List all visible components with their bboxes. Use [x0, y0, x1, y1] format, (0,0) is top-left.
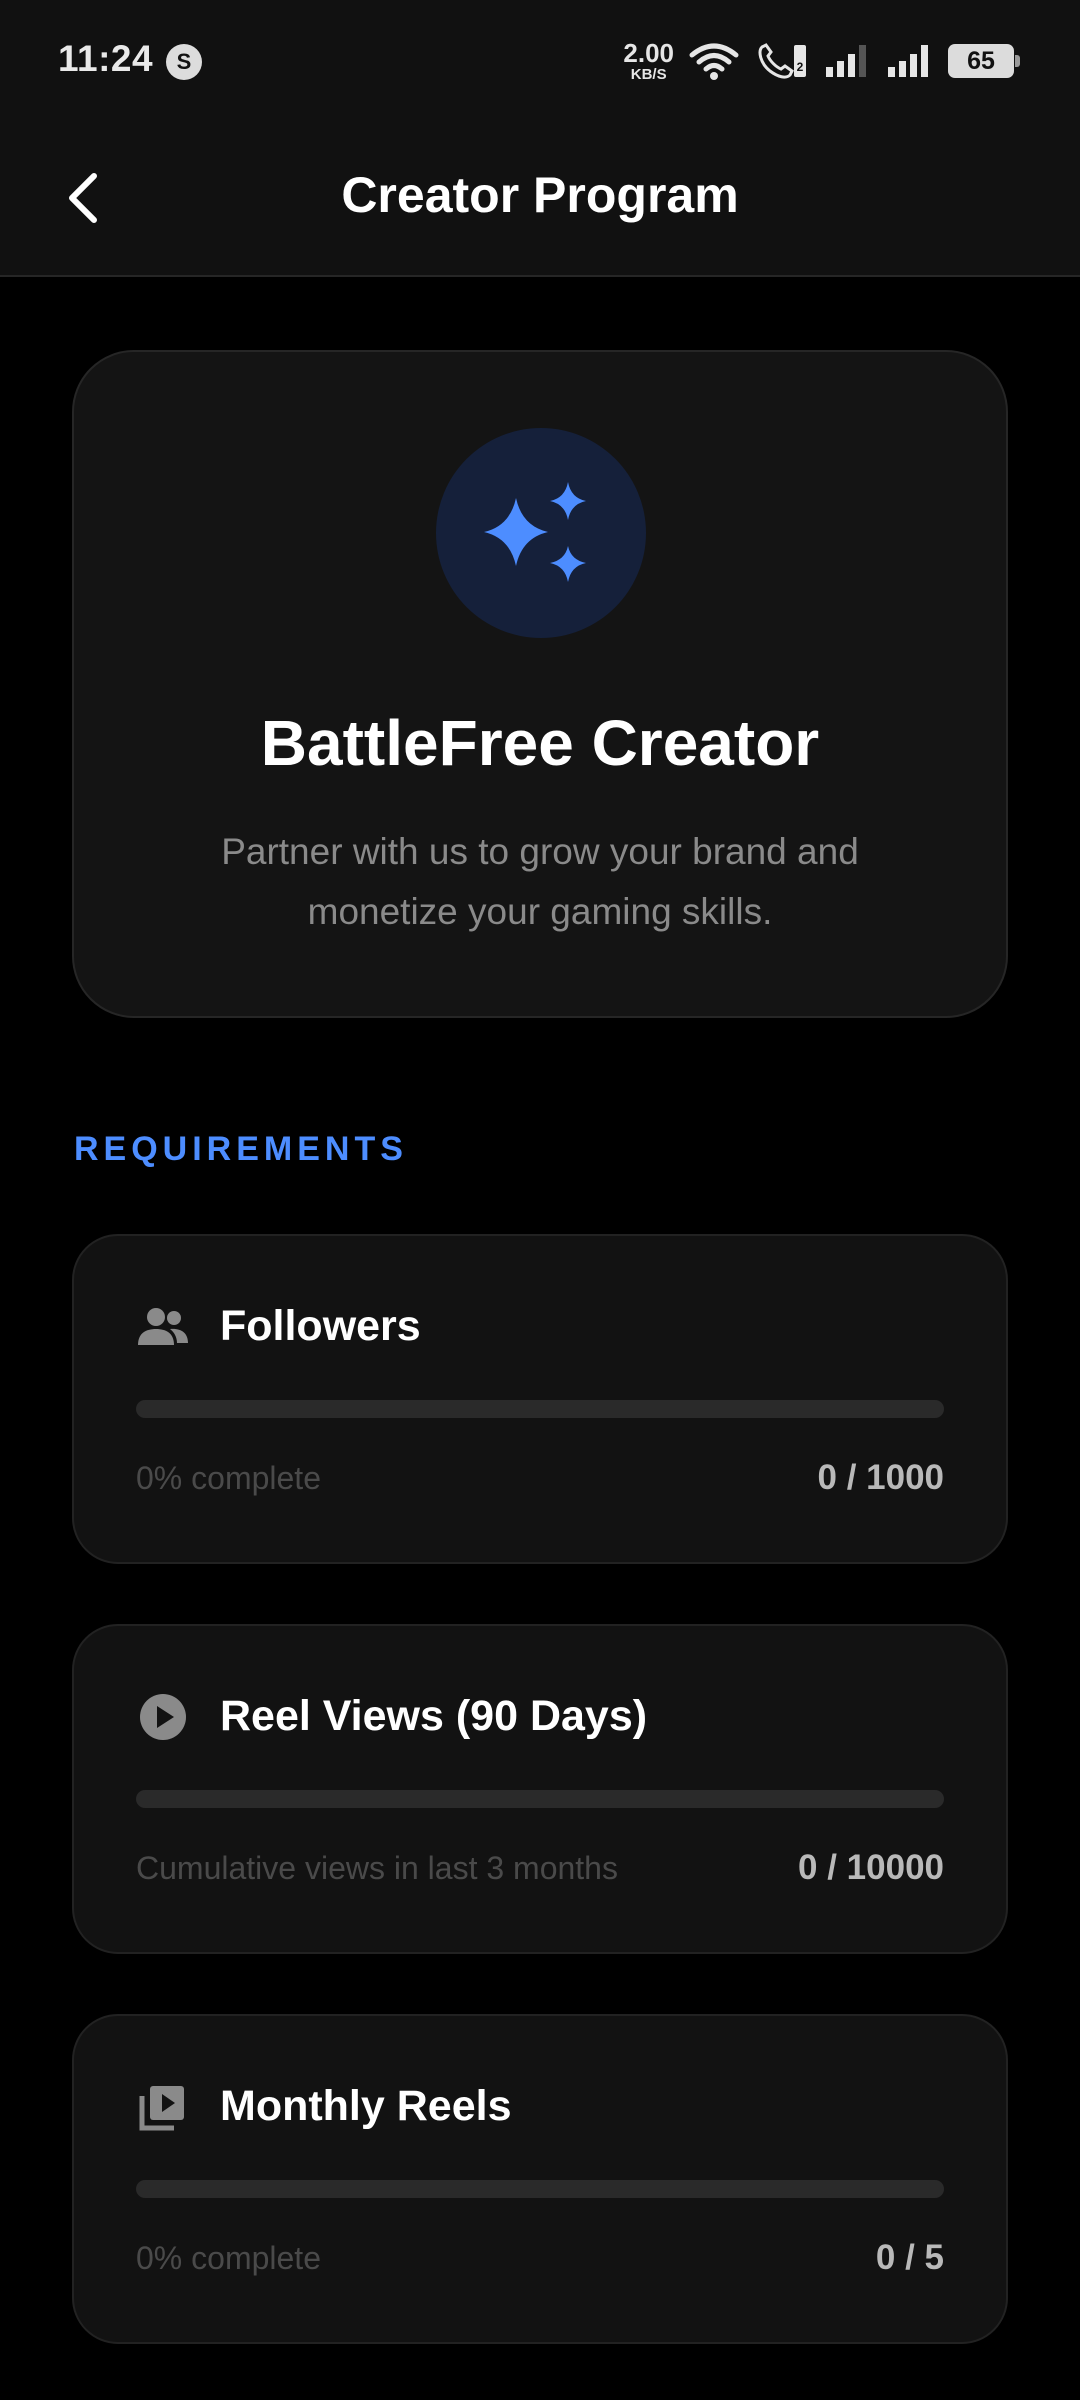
requirement-count: 0 / 1000 — [817, 1458, 945, 1497]
requirement-icon — [136, 1300, 190, 1354]
signal-1-icon — [826, 45, 866, 77]
network-speed-value: 2.00 — [623, 38, 674, 68]
requirement-card-followers: Followers 0% complete 0 / 1000 — [72, 1234, 1008, 1564]
requirement-card-reel-views: Reel Views (90 Days) Cumulative views in… — [72, 1624, 1008, 1954]
people-icon — [138, 1308, 188, 1345]
network-speed-unit: KB/S — [630, 66, 667, 83]
hero-subtitle: Partner with us to grow your brand and m… — [221, 831, 859, 932]
requirement-icon — [136, 2080, 190, 2134]
requirement-title: Followers — [220, 1302, 421, 1350]
notification-app-icon: S — [166, 44, 202, 80]
page-title: Creator Program — [341, 167, 739, 223]
requirement-note: 0% complete — [136, 1460, 321, 1496]
requirement-count: 0 / 5 — [875, 2238, 944, 2277]
hero-icon-badge — [436, 428, 646, 638]
requirement-progress-bar — [136, 1790, 944, 1808]
requirement-note: 0% complete — [136, 2240, 321, 2276]
status-indicators: 2.00 KB/S 2 65 — [623, 36, 1020, 86]
svg-text:2: 2 — [797, 60, 804, 74]
creator-hero-card: BattleFree Creator Partner with us to gr… — [72, 350, 1008, 1018]
requirement-title: Reel Views (90 Days) — [220, 1692, 648, 1740]
requirement-count: 0 / 10000 — [798, 1848, 944, 1887]
play-circle-icon — [140, 1694, 186, 1740]
status-time: 11:24 — [58, 38, 154, 79]
requirement-progress-bar — [136, 1400, 944, 1418]
network-speed: 2.00 KB/S — [623, 40, 674, 82]
requirement-title: Monthly Reels — [220, 2082, 512, 2130]
requirement-note: Cumulative views in last 3 months — [136, 1850, 618, 1886]
status-bar: 11:24 S 2.00 KB/S 2 65 — [0, 0, 1080, 124]
app-bar: Creator Program — [0, 124, 1080, 277]
requirement-progress-bar — [136, 2180, 944, 2198]
hero-title: BattleFree Creator — [260, 707, 820, 779]
signal-2-icon — [888, 45, 928, 77]
requirement-icon — [136, 1690, 190, 1744]
volte-call-icon: 2 — [758, 43, 806, 79]
sparkles-icon — [484, 482, 586, 582]
battery-indicator: 65 — [948, 44, 1020, 78]
requirements-heading: REQUIREMENTS — [74, 1130, 408, 1168]
requirement-card-monthly-reels: Monthly Reels 0% complete 0 / 5 — [72, 2014, 1008, 2344]
video-library-icon — [139, 2086, 184, 2131]
wifi-icon — [689, 43, 739, 80]
